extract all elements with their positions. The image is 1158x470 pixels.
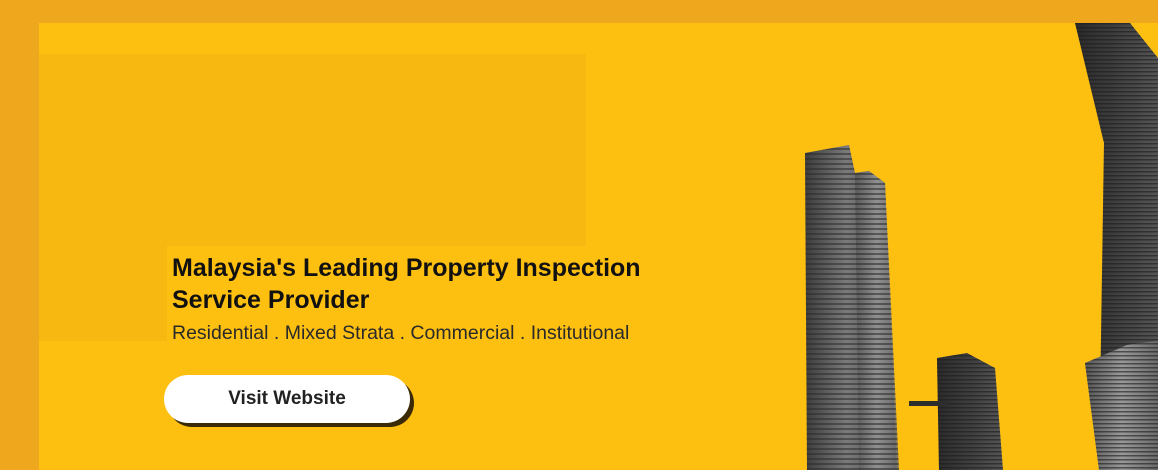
banner-headline: Malaysia's Leading Property Inspection S… [172,254,641,314]
accent-panel-lower [39,246,167,341]
hero-banner: Malaysia's Leading Property Inspection S… [39,23,1158,470]
accent-panel [39,54,586,246]
visit-website-button[interactable]: Visit Website [164,375,410,423]
skyscrapers-image [805,23,1158,470]
banner-tagline: Residential . Mixed Strata . Commercial … [172,322,630,344]
